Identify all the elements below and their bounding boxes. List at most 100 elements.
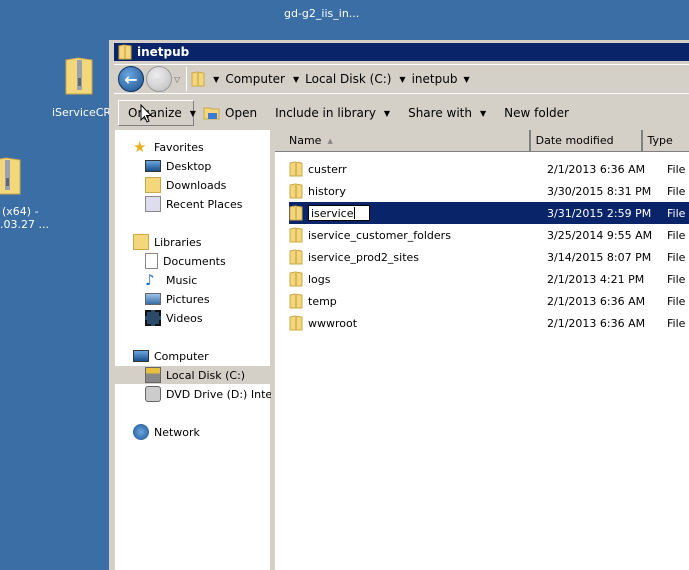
new-folder-button[interactable]: New folder: [495, 100, 578, 126]
chevron-down-icon[interactable]: ▼: [213, 75, 219, 84]
file-row[interactable]: wwwroot2/1/2013 6:36 AMFile: [289, 312, 689, 334]
file-list: Name▲ Date modified Type custerr 2/1/2013…: [275, 130, 689, 570]
file-row[interactable]: history3/30/2015 8:31 PMFile: [289, 180, 689, 202]
file-row[interactable]: temp2/1/2013 6:36 AMFile: [289, 290, 689, 312]
zip-folder-icon[interactable]: [0, 156, 22, 196]
dvd-drive-icon: [145, 386, 161, 402]
name-cell: iservice_prod2_sites: [289, 249, 547, 265]
desktop-icon-label[interactable]: .03.27 ...: [0, 218, 49, 231]
organize-button[interactable]: Organize▼: [118, 100, 194, 126]
name-cell: history: [289, 183, 547, 199]
music-icon: ♪: [145, 272, 161, 288]
share-with-button[interactable]: Share with▼: [399, 100, 495, 126]
file-name: logs: [308, 273, 331, 286]
breadcrumb-local-disk[interactable]: ▼Local Disk (C:): [293, 72, 391, 86]
date-modified-cell: 3/14/2015 8:07 PM: [547, 251, 667, 264]
chevron-down-icon: ▼: [480, 109, 486, 118]
address-bar[interactable]: ▼Computer ▼Local Disk (C:) ▼inetpub▼: [186, 67, 689, 91]
rename-input[interactable]: iservice: [308, 205, 370, 221]
file-row[interactable]: logs 2/1/2013 4:21 PMFile: [289, 268, 689, 290]
mouse-cursor-icon: [140, 104, 152, 124]
nav-desktop[interactable]: Desktop: [145, 157, 211, 175]
nav-local-disk[interactable]: Local Disk (C:): [115, 366, 271, 384]
folder-icon: [191, 71, 205, 87]
file-name: iservice_prod2_sites: [308, 251, 419, 264]
column-header-date-modified[interactable]: Date modified: [531, 130, 643, 152]
name-cell: custerr: [289, 161, 547, 177]
column-header-name[interactable]: Name▲: [275, 130, 531, 152]
date-modified-cell: 2/1/2013 6:36 AM: [547, 163, 667, 176]
file-row[interactable]: iservice_prod2_sites 3/14/2015 8:07 PMFil…: [289, 246, 689, 268]
name-cell: wwwroot: [289, 315, 547, 331]
date-modified-cell: 2/1/2013 6:36 AM: [547, 295, 667, 308]
file-name: iservice_customer_folders: [308, 229, 451, 242]
breadcrumb-inetpub[interactable]: ▼inetpub▼: [399, 72, 469, 86]
file-row[interactable]: custerr 2/1/2013 6:36 AMFile: [289, 158, 689, 180]
pictures-icon: [145, 293, 161, 305]
local-disk-icon: [145, 367, 161, 383]
name-cell: temp: [289, 293, 547, 309]
type-cell: File: [667, 251, 685, 264]
history-dropdown-icon[interactable]: ▽: [174, 75, 180, 84]
chevron-down-icon[interactable]: ▼: [463, 75, 469, 84]
nav-videos[interactable]: Videos: [145, 309, 203, 327]
nav-documents[interactable]: Documents: [145, 252, 226, 270]
nav-computer[interactable]: Computer: [133, 347, 209, 365]
nav-network[interactable]: Network: [133, 423, 200, 441]
nav-favorites[interactable]: ★Favorites: [133, 138, 204, 156]
column-headers: Name▲ Date modified Type: [275, 130, 689, 152]
chevron-down-icon[interactable]: ▼: [293, 75, 299, 84]
nav-libraries[interactable]: Libraries: [133, 233, 202, 251]
name-cell: logs: [289, 271, 547, 287]
file-name: wwwroot: [308, 317, 357, 330]
date-modified-cell: 2/1/2013 4:21 PM: [547, 273, 667, 286]
star-icon: ★: [133, 139, 149, 155]
breadcrumb-computer[interactable]: ▼Computer: [213, 72, 285, 86]
videos-icon: [145, 310, 161, 326]
name-cell: iservice_customer_folders: [289, 227, 547, 243]
address-row: ← → ▽ ▼Computer ▼Local Disk (C:) ▼inetpu…: [114, 64, 689, 94]
file-name: history: [308, 185, 346, 198]
nav-recent-places[interactable]: Recent Places: [145, 195, 243, 213]
libraries-icon: [133, 234, 149, 250]
network-icon: [133, 424, 149, 440]
type-cell: File: [667, 207, 685, 220]
nav-dvd-drive[interactable]: DVD Drive (D:) Integra: [145, 385, 290, 403]
type-cell: File: [667, 295, 685, 308]
window-title: inetpub: [137, 45, 189, 59]
type-cell: File: [667, 163, 685, 176]
folder-icon: [289, 161, 303, 177]
nav-downloads[interactable]: Downloads: [145, 176, 226, 194]
name-cell: iservice: [289, 205, 547, 221]
nav-pictures[interactable]: Pictures: [145, 290, 210, 308]
desktop-icon-label[interactable]: gd-g2_iis_in...: [284, 7, 359, 20]
open-button[interactable]: Open: [194, 100, 266, 126]
desktop-icon-label[interactable]: (x64) -: [2, 205, 39, 218]
folder-icon: [289, 271, 303, 287]
date-modified-cell: 3/30/2015 8:31 PM: [547, 185, 667, 198]
file-name: custerr: [308, 163, 347, 176]
back-button[interactable]: ←: [118, 66, 144, 92]
file-row[interactable]: iservice3/31/2015 2:59 PMFile: [289, 202, 689, 224]
folder-icon: [289, 315, 303, 331]
nav-music[interactable]: ♪Music: [145, 271, 197, 289]
open-folder-icon: [203, 105, 221, 121]
file-row[interactable]: iservice_customer_folders 3/25/2014 9:55 …: [289, 224, 689, 246]
folder-icon: [289, 183, 303, 199]
zip-folder-icon[interactable]: [64, 56, 94, 96]
recent-places-icon: [145, 196, 161, 212]
downloads-icon: [145, 177, 161, 193]
date-modified-cell: 3/25/2014 9:55 AM: [547, 229, 667, 242]
column-header-type[interactable]: Type: [643, 130, 689, 152]
computer-icon: [133, 350, 149, 362]
include-in-library-button[interactable]: Include in library▼: [266, 100, 399, 126]
forward-button[interactable]: →: [146, 66, 172, 92]
title-bar[interactable]: inetpub: [114, 43, 689, 61]
folder-icon: [118, 44, 132, 60]
command-bar: Organize▼ Open Include in library▼ Share…: [114, 98, 689, 128]
chevron-down-icon: ▼: [384, 109, 390, 118]
folder-icon: [289, 293, 303, 309]
type-cell: File: [667, 273, 685, 286]
desktop-icon: [145, 160, 161, 172]
chevron-down-icon[interactable]: ▼: [399, 75, 405, 84]
